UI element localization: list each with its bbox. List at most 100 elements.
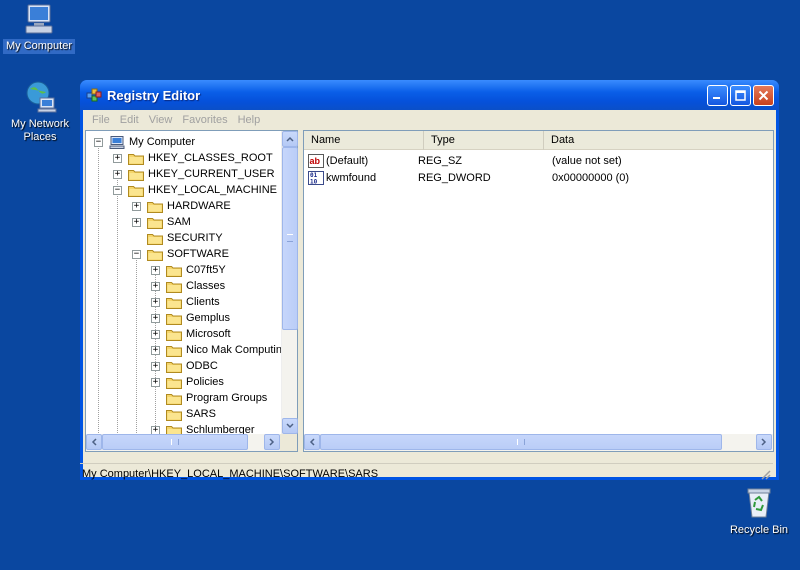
tree-node-label: HKEY_CURRENT_USER <box>148 168 275 180</box>
close-button[interactable] <box>753 85 774 106</box>
tree-node-label: SAM <box>167 216 191 228</box>
chevron-right-icon <box>269 438 275 446</box>
menu-help[interactable]: Help <box>233 114 266 126</box>
chevron-left-icon <box>309 438 315 446</box>
tree-node[interactable]: + Schlumberger <box>151 422 254 434</box>
registry-app-icon <box>86 88 102 102</box>
minimize-button[interactable] <box>707 85 728 106</box>
tree-node[interactable]: + HKEY_CURRENT_USER <box>113 166 275 182</box>
menu-edit[interactable]: Edit <box>115 114 144 126</box>
network-icon <box>23 80 57 114</box>
tree-node-label: My Computer <box>129 136 196 148</box>
tree-node[interactable]: + HKEY_CLASSES_ROOT <box>113 150 273 166</box>
tree-node[interactable]: + Microsoft <box>151 326 231 342</box>
scroll-right-button[interactable] <box>756 434 772 450</box>
tree-node[interactable]: + Classes <box>151 278 225 294</box>
tree-scroll-thumb[interactable] <box>282 147 298 330</box>
scroll-right-button[interactable] <box>264 434 280 450</box>
collapse-icon[interactable]: − <box>113 185 122 195</box>
list-horizontal-scrollbar[interactable] <box>304 434 773 451</box>
folder-icon <box>128 185 144 197</box>
tree-node[interactable]: + C07ft5Y <box>151 262 226 278</box>
desktop-icon-label: My Network Places <box>10 118 70 143</box>
tree-node-label: Clients <box>186 296 220 308</box>
tree-node[interactable]: + HARDWARE <box>132 198 231 214</box>
desktop-icon-my-network-places[interactable]: My Network Places <box>4 80 76 145</box>
status-bar: My Computer\HKEY_LOCAL_MACHINE\SOFTWARE\… <box>80 463 773 483</box>
tree-vertical-scrollbar[interactable] <box>281 131 298 434</box>
expand-icon[interactable]: + <box>132 201 141 211</box>
tree-horizontal-scrollbar[interactable] <box>86 434 297 451</box>
folder-icon <box>166 409 182 421</box>
key-tree-pane[interactable]: − My Computer + HKEY_CLASSES_ROOT + HKEY_CURR… <box>85 130 298 452</box>
folder-icon <box>128 153 144 165</box>
expand-icon[interactable]: + <box>151 329 160 339</box>
expand-icon[interactable]: + <box>151 281 160 291</box>
expand-icon[interactable]: + <box>113 153 122 163</box>
tree-node[interactable]: + Clients <box>151 294 220 310</box>
tree-node-label: Policies <box>186 376 224 388</box>
menu-favorites[interactable]: Favorites <box>177 114 232 126</box>
scroll-up-button[interactable] <box>282 131 298 147</box>
tree-node[interactable]: − My Computer <box>94 134 195 150</box>
collapse-icon[interactable]: − <box>94 137 103 147</box>
column-header-name[interactable]: Name <box>304 131 424 150</box>
svg-text:ab: ab <box>310 156 321 166</box>
tree-node[interactable]: − SOFTWARE <box>132 246 229 262</box>
desktop-icon-label: My Computer <box>3 39 75 54</box>
maximize-button[interactable] <box>730 85 751 106</box>
tree-leaf-spacer <box>151 394 160 403</box>
column-header-type[interactable]: Type <box>424 131 544 150</box>
tree-node[interactable]: Program Groups <box>151 390 267 406</box>
expand-icon[interactable]: + <box>151 313 160 323</box>
list-header: Name Type Data <box>304 131 773 150</box>
tree-node[interactable]: + Nico Mak Computing <box>151 342 281 358</box>
desktop-icon-recycle-bin[interactable]: Recycle Bin <box>723 486 795 538</box>
values-list-pane[interactable]: Name Type Data ab (Default) REG_SZ (valu… <box>303 130 774 452</box>
tree-node-label: Gemplus <box>186 312 231 324</box>
folder-icon <box>147 249 163 261</box>
scroll-left-button[interactable] <box>86 434 102 450</box>
close-icon <box>758 90 769 101</box>
expand-icon[interactable]: + <box>151 345 160 355</box>
scroll-left-button[interactable] <box>304 434 320 450</box>
tree-node[interactable]: + ODBC <box>151 358 218 374</box>
expand-icon[interactable]: + <box>151 361 160 371</box>
svg-text:10: 10 <box>310 178 318 185</box>
expand-icon[interactable]: + <box>132 217 141 227</box>
title-bar[interactable]: Registry Editor <box>80 80 779 110</box>
column-header-data[interactable]: Data <box>544 131 773 150</box>
desktop-icon-my-computer[interactable]: My Computer <box>3 2 75 54</box>
folder-icon <box>166 313 182 325</box>
binary-value-icon: 01 10 <box>308 170 324 185</box>
tree-node[interactable]: − HKEY_LOCAL_MACHINE <box>113 182 277 198</box>
expand-icon[interactable]: + <box>151 265 160 275</box>
expand-icon[interactable]: + <box>151 377 160 387</box>
tree-node-label: ODBC <box>186 360 218 372</box>
expand-icon[interactable]: + <box>113 169 122 179</box>
collapse-icon[interactable]: − <box>132 249 141 259</box>
desktop-icon-label: Recycle Bin <box>729 524 789 536</box>
maximize-icon <box>735 90 746 101</box>
tree-node[interactable]: SECURITY <box>132 230 223 246</box>
tree-node[interactable]: + Policies <box>151 374 224 390</box>
value-data: (value not set) <box>552 154 622 167</box>
list-row[interactable]: ab (Default) REG_SZ (value not set) <box>308 152 752 169</box>
tree-node[interactable]: + Gemplus <box>151 310 230 326</box>
expand-icon[interactable]: + <box>151 297 160 307</box>
tree-hscroll-thumb[interactable] <box>102 434 248 450</box>
chevron-left-icon <box>91 438 97 446</box>
list-row[interactable]: 01 10 kwmfound REG_DWORD 0x00000000 (0) <box>308 169 752 186</box>
folder-icon <box>147 201 163 213</box>
tree-node[interactable]: SARS <box>151 406 216 422</box>
list-hscroll-thumb[interactable] <box>320 434 722 450</box>
folder-icon <box>166 329 182 341</box>
menu-view[interactable]: View <box>144 114 178 126</box>
tree-leaf-spacer <box>132 234 141 243</box>
tree-node[interactable]: + SAM <box>132 214 191 230</box>
recycle-bin-icon <box>742 486 776 520</box>
expand-icon[interactable]: + <box>151 425 160 434</box>
menu-file[interactable]: File <box>87 114 115 126</box>
scroll-down-button[interactable] <box>282 418 298 434</box>
resize-grip-icon[interactable] <box>759 468 771 480</box>
